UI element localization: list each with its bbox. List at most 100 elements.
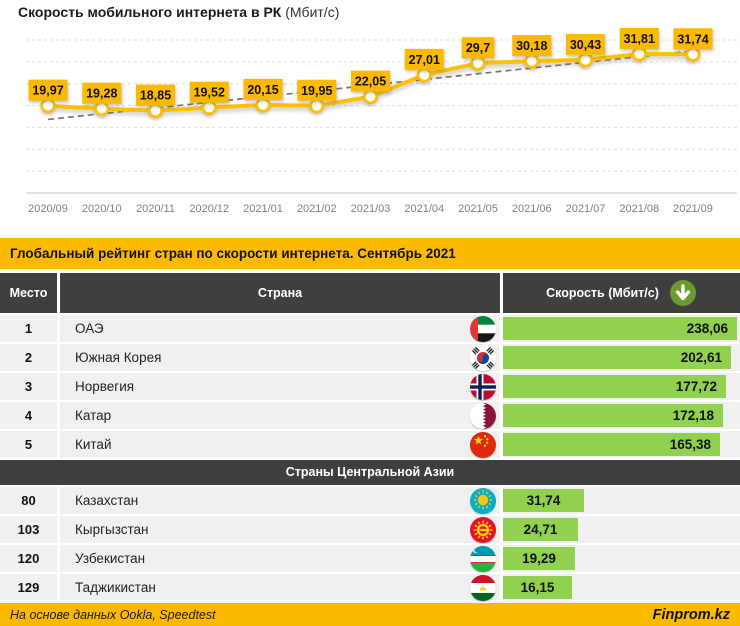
svg-text:2021/09: 2021/09 xyxy=(673,203,713,215)
svg-text:2020/10: 2020/10 xyxy=(82,203,122,215)
svg-text:30,43: 30,43 xyxy=(570,38,601,52)
svg-text:2020/11: 2020/11 xyxy=(136,203,175,215)
speed-value: 19,29 xyxy=(522,551,556,566)
country-name: Китай xyxy=(75,437,112,452)
table-row: 120Узбекистан19,29 xyxy=(0,545,740,572)
rank-cell: 5 xyxy=(0,431,57,458)
country-cell: Китай xyxy=(60,431,500,458)
flag-qatar-icon xyxy=(470,403,496,429)
speed-bar: 165,38 xyxy=(503,433,720,456)
data-source: На основе данных Ookla, Speedtest xyxy=(10,608,216,622)
country-name: Кыргызстан xyxy=(75,522,149,537)
sort-descending-icon xyxy=(669,279,697,307)
speed-cell: 31,74 xyxy=(503,487,740,514)
rank-cell: 4 xyxy=(0,402,57,429)
svg-text:29,7: 29,7 xyxy=(466,41,490,55)
speed-value: 177,72 xyxy=(676,379,717,394)
country-cell: Катар xyxy=(60,402,500,429)
speed-cell: 238,06 xyxy=(503,315,740,342)
country-name: Узбекистан xyxy=(75,551,145,566)
rank-cell: 1 xyxy=(0,315,57,342)
speed-cell: 177,72 xyxy=(503,373,740,400)
speed-bar: 31,74 xyxy=(503,489,584,512)
speed-cell: 24,71 xyxy=(503,516,740,543)
col-header-rank: Место xyxy=(0,273,57,313)
brand-logo: Finprom.kz xyxy=(653,607,730,623)
svg-text:2021/06: 2021/06 xyxy=(512,203,552,215)
svg-text:2021/08: 2021/08 xyxy=(619,203,659,215)
rank-cell: 80 xyxy=(0,487,57,514)
central-asia-rows: 80Казахстан31,74103Кыргызстан24,71120Узб… xyxy=(0,487,740,601)
country-name: ОАЭ xyxy=(75,321,104,336)
col-header-speed: Скорость (Мбит/с) xyxy=(503,273,740,313)
svg-text:19,97: 19,97 xyxy=(32,84,63,98)
speed-value: 31,74 xyxy=(527,493,561,508)
col-header-country: Страна xyxy=(60,273,500,313)
speed-cell: 172,18 xyxy=(503,402,740,429)
country-name: Норвегия xyxy=(75,379,134,394)
country-cell: Казахстан xyxy=(60,487,500,514)
chart-title-unit: (Мбит/с) xyxy=(281,4,339,20)
svg-text:19,95: 19,95 xyxy=(301,84,332,98)
col-header-speed-label: Скорость (Мбит/с) xyxy=(546,286,659,300)
footer: На основе данных Ookla, Speedtest Finpro… xyxy=(0,603,740,626)
flag-china-icon xyxy=(470,432,496,458)
country-name: Катар xyxy=(75,408,111,423)
svg-text:30,18: 30,18 xyxy=(516,39,547,53)
svg-text:2021/02: 2021/02 xyxy=(297,203,337,215)
country-name: Казахстан xyxy=(75,493,138,508)
rank-cell: 3 xyxy=(0,373,57,400)
country-name: Южная Корея xyxy=(75,350,161,365)
country-cell: Кыргызстан xyxy=(60,516,500,543)
top5-rows: 1 ОАЭ 238,06 2 Южная Корея 202,61 3 Норвегия 177… xyxy=(0,315,740,458)
flag-uae-icon xyxy=(470,316,496,342)
svg-text:31,81: 31,81 xyxy=(624,32,655,46)
svg-text:18,85: 18,85 xyxy=(140,89,171,103)
country-cell: Норвегия xyxy=(60,373,500,400)
svg-text:22,05: 22,05 xyxy=(355,75,386,89)
speed-cell: 165,38 xyxy=(503,431,740,458)
speed-bar: 238,06 xyxy=(503,317,737,340)
speed-value: 202,61 xyxy=(681,350,722,365)
chart-title: Скорость мобильного интернета в РК (Мбит… xyxy=(18,4,339,20)
svg-text:2021/01: 2021/01 xyxy=(243,203,283,215)
speed-bar: 172,18 xyxy=(503,404,723,427)
speed-chart-section: Скорость мобильного интернета в РК (Мбит… xyxy=(0,0,740,238)
flag-kyrgyzstan-icon xyxy=(470,517,496,543)
speed-value: 24,71 xyxy=(524,522,558,537)
table-row: 3 Норвегия 177,72 xyxy=(0,373,740,400)
section-band: Страны Центральной Азии xyxy=(0,460,740,485)
table-row: 2 Южная Корея 202,61 xyxy=(0,344,740,371)
speed-bar: 24,71 xyxy=(503,518,578,541)
country-cell: Таджикистан xyxy=(60,574,500,601)
line-chart: 2020/092020/102020/112020/122021/012021/… xyxy=(0,25,740,223)
country-cell: Узбекистан xyxy=(60,545,500,572)
speed-cell: 16,15 xyxy=(503,574,740,601)
speed-value: 172,18 xyxy=(673,408,714,423)
flag-norway-icon xyxy=(470,374,496,400)
rank-cell: 129 xyxy=(0,574,57,601)
infographic: Скорость мобильного интернета в РК (Мбит… xyxy=(0,0,740,626)
chart-title-text: Скорость мобильного интернета в РК xyxy=(18,4,281,20)
svg-text:2021/07: 2021/07 xyxy=(566,203,606,215)
speed-value: 16,15 xyxy=(521,580,555,595)
rank-cell: 2 xyxy=(0,344,57,371)
svg-text:2020/09: 2020/09 xyxy=(28,203,68,215)
svg-text:19,28: 19,28 xyxy=(86,87,117,101)
rank-cell: 103 xyxy=(0,516,57,543)
table-row: 129Таджикистан 16,15 xyxy=(0,574,740,601)
table-row: 1 ОАЭ 238,06 xyxy=(0,315,740,342)
country-cell: ОАЭ xyxy=(60,315,500,342)
speed-bar: 19,29 xyxy=(503,547,575,570)
table-row: 103 Кыргызстан 24,71 xyxy=(0,516,740,543)
svg-text:2021/03: 2021/03 xyxy=(351,203,391,215)
svg-text:20,15: 20,15 xyxy=(247,83,278,97)
flag-tajikistan-icon xyxy=(470,575,496,601)
speed-value: 238,06 xyxy=(687,321,728,336)
speed-bar: 177,72 xyxy=(503,375,726,398)
svg-text:2021/04: 2021/04 xyxy=(404,203,444,215)
ranking-banner: Глобальный рейтинг стран по скорости инт… xyxy=(0,238,740,269)
flag-uzbekistan-icon xyxy=(470,546,496,572)
table-header: Место Страна Скорость (Мбит/с) xyxy=(0,273,740,313)
speed-bar: 202,61 xyxy=(503,346,731,369)
